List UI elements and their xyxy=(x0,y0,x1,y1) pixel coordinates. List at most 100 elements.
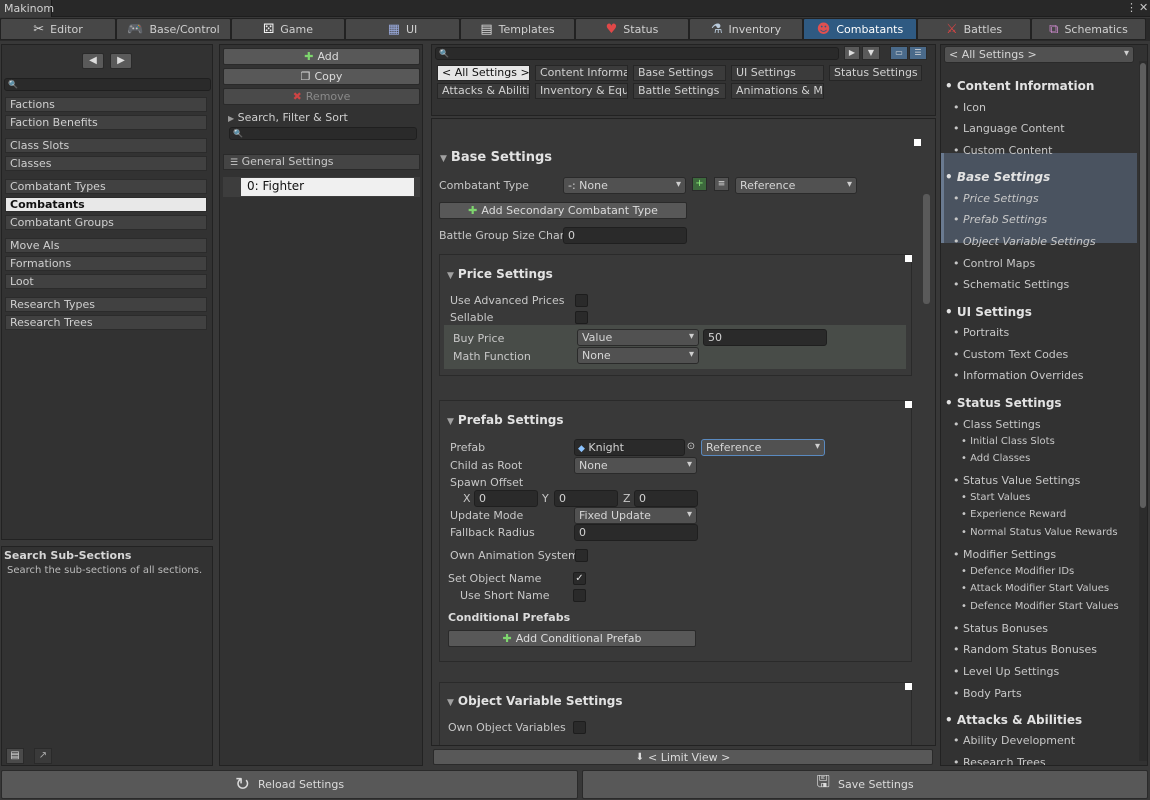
nav-item-combatant-groups[interactable]: Combatant Groups xyxy=(5,215,207,230)
nav-item-combatant-types[interactable]: Combatant Types xyxy=(5,179,207,194)
tree-item[interactable]: • Modifier Settings xyxy=(953,548,1056,561)
tree-item[interactable]: • Defence Modifier Start Values xyxy=(961,601,1119,612)
prefab-mode-select[interactable]: Reference xyxy=(701,439,825,456)
tree-item[interactable]: • Experience Reward xyxy=(961,509,1066,520)
tree-item[interactable]: • Prefab Settings xyxy=(953,213,1047,226)
filter-chip[interactable]: Battle Settings xyxy=(633,83,726,99)
tree-item[interactable]: • Defence Modifier IDs xyxy=(961,566,1074,577)
add-icon[interactable]: + xyxy=(692,177,707,191)
tree-item[interactable]: • Custom Content xyxy=(953,144,1052,157)
forward-arrow-icon[interactable]: ▶ xyxy=(110,53,132,69)
filter-chip[interactable]: Base Settings xyxy=(633,65,726,81)
tab-combatants[interactable]: ☻ Combatants xyxy=(803,18,917,40)
combatant-type-select[interactable]: -: None xyxy=(563,177,686,194)
list-item-fighter[interactable]: 0: Fighter xyxy=(241,178,414,196)
filter-chip[interactable]: Status Settings xyxy=(829,65,922,81)
tree-item[interactable]: • Object Variable Settings xyxy=(953,235,1096,248)
tree-item[interactable]: • Initial Class Slots xyxy=(961,436,1055,447)
list-item[interactable]: 0: Fighter xyxy=(223,177,420,197)
nav-item-research-types[interactable]: Research Types xyxy=(5,297,207,312)
tree-item[interactable]: • Custom Text Codes xyxy=(953,348,1068,361)
nav-item-loot[interactable]: Loot xyxy=(5,274,207,289)
buy-price-value-field[interactable]: 50 xyxy=(703,329,827,346)
tree-item[interactable]: • Body Parts xyxy=(953,687,1022,700)
tree-scrollbar-thumb[interactable] xyxy=(1140,63,1146,508)
search-filter-sort-toggle[interactable]: ▶ Search, Filter & Sort xyxy=(228,111,348,124)
base-settings-header[interactable]: ▼ Base Settings xyxy=(440,150,552,165)
object-variable-settings-header[interactable]: ▼ Object Variable Settings xyxy=(447,694,623,708)
tree-item[interactable]: • Status Settings xyxy=(945,396,1062,410)
tree-item[interactable]: • Normal Status Value Rewards xyxy=(961,527,1118,538)
tree-item[interactable]: • Attack Modifier Start Values xyxy=(961,583,1109,594)
more-options-icon[interactable]: ⋮ xyxy=(1126,1,1137,14)
battle-group-size-field[interactable]: 0 xyxy=(563,227,687,244)
tree-item[interactable]: • Base Settings xyxy=(945,170,1050,184)
add-secondary-combatant-type-button[interactable]: ✚ Add Secondary Combatant Type xyxy=(439,202,687,219)
spawn-offset-z-field[interactable]: 0 xyxy=(634,490,698,507)
tab-base-control[interactable]: 🎮 Base/Control xyxy=(116,18,231,40)
tree-item[interactable]: • Start Values xyxy=(961,492,1030,503)
filter-chip[interactable]: Animations & Mov xyxy=(731,83,824,99)
fallback-radius-field[interactable]: 0 xyxy=(574,524,698,541)
add-button[interactable]: ✚ Add xyxy=(223,48,420,65)
price-settings-header[interactable]: ▼ Price Settings xyxy=(447,267,553,281)
back-arrow-icon[interactable]: ◀ xyxy=(82,53,104,69)
tree-item[interactable]: • Price Settings xyxy=(953,192,1039,205)
tree-item[interactable]: • Content Information xyxy=(945,79,1094,93)
nav-item-formations[interactable]: Formations xyxy=(5,256,207,271)
general-settings-item[interactable]: ☰ General Settings xyxy=(223,154,420,170)
list-icon[interactable]: ≡ xyxy=(714,177,729,191)
own-animation-system-checkbox[interactable] xyxy=(575,549,588,562)
tree-item[interactable]: • Schematic Settings xyxy=(953,278,1069,291)
combatant-type-mode-select[interactable]: Reference xyxy=(735,177,857,194)
tab-editor[interactable]: ✂ Editor xyxy=(0,18,116,40)
object-picker-icon[interactable]: ⊙ xyxy=(684,439,698,456)
clipboard-icon[interactable]: ▤ xyxy=(6,748,24,764)
nav-item-research-trees[interactable]: Research Trees xyxy=(5,315,207,330)
nav-item-factions[interactable]: Factions xyxy=(5,97,207,112)
tree-item[interactable]: • Add Classes xyxy=(961,453,1030,464)
use-short-name-checkbox[interactable] xyxy=(573,589,586,602)
tree-item[interactable]: • UI Settings xyxy=(945,305,1032,319)
nav-item-class-slots[interactable]: Class Slots xyxy=(5,138,207,153)
reload-settings-button[interactable]: ↻ Reload Settings xyxy=(1,770,578,799)
child-as-root-select[interactable]: None xyxy=(574,457,697,474)
tab-status[interactable]: ♥ Status xyxy=(575,18,689,40)
limit-view-button[interactable]: ⬇ < Limit View > xyxy=(433,749,933,765)
tab-schematics[interactable]: ⧉ Schematics xyxy=(1031,18,1146,40)
tree-item[interactable]: • Control Maps xyxy=(953,257,1035,270)
external-link-icon[interactable]: ↗ xyxy=(34,748,52,764)
tree-item[interactable]: • Language Content xyxy=(953,122,1065,135)
update-mode-select[interactable]: Fixed Update xyxy=(574,507,697,524)
tree-item[interactable]: • Information Overrides xyxy=(953,369,1084,382)
spawn-offset-x-field[interactable]: 0 xyxy=(474,490,538,507)
tab-inventory[interactable]: ⚗ Inventory xyxy=(689,18,803,40)
close-icon[interactable]: ✕ xyxy=(1139,1,1148,14)
nav-search-input[interactable]: 🔍 xyxy=(4,78,211,91)
tab-ui[interactable]: ▦ UI xyxy=(345,18,460,40)
own-object-variables-checkbox[interactable] xyxy=(573,721,586,734)
tree-scrollbar-track[interactable] xyxy=(1139,61,1147,761)
tab-battles[interactable]: ⚔ Battles xyxy=(917,18,1031,40)
add-conditional-prefab-button[interactable]: ✚ Add Conditional Prefab xyxy=(448,630,696,647)
tree-item[interactable]: • Ability Development xyxy=(953,734,1075,747)
tree-item[interactable]: • Research Trees xyxy=(953,756,1046,765)
tree-item[interactable]: • Portraits xyxy=(953,326,1009,339)
list-search-input[interactable]: 🔍 xyxy=(229,127,417,140)
filter-chip[interactable]: UI Settings xyxy=(731,65,824,81)
nav-item-classes[interactable]: Classes xyxy=(5,156,207,171)
prefab-settings-header[interactable]: ▼ Prefab Settings xyxy=(447,413,564,427)
tab-game[interactable]: ⚄ Game xyxy=(231,18,345,40)
tree-item[interactable]: • Class Settings xyxy=(953,418,1041,431)
filter-chip[interactable]: Attacks & Abilities xyxy=(437,83,530,99)
sellable-checkbox[interactable] xyxy=(575,311,588,324)
spawn-offset-y-field[interactable]: 0 xyxy=(554,490,618,507)
nav-item-move-ais[interactable]: Move AIs xyxy=(5,238,207,253)
save-settings-button[interactable]: 🖫 Save Settings xyxy=(582,770,1148,799)
copy-button[interactable]: ❐ Copy xyxy=(223,68,420,85)
prefab-object-field[interactable]: ◆ Knight xyxy=(574,439,685,456)
filter-chip[interactable]: < All Settings > xyxy=(437,65,530,81)
tree-item[interactable]: • Status Bonuses xyxy=(953,622,1048,635)
remove-button[interactable]: ✖ Remove xyxy=(223,88,420,105)
use-advanced-prices-checkbox[interactable] xyxy=(575,294,588,307)
